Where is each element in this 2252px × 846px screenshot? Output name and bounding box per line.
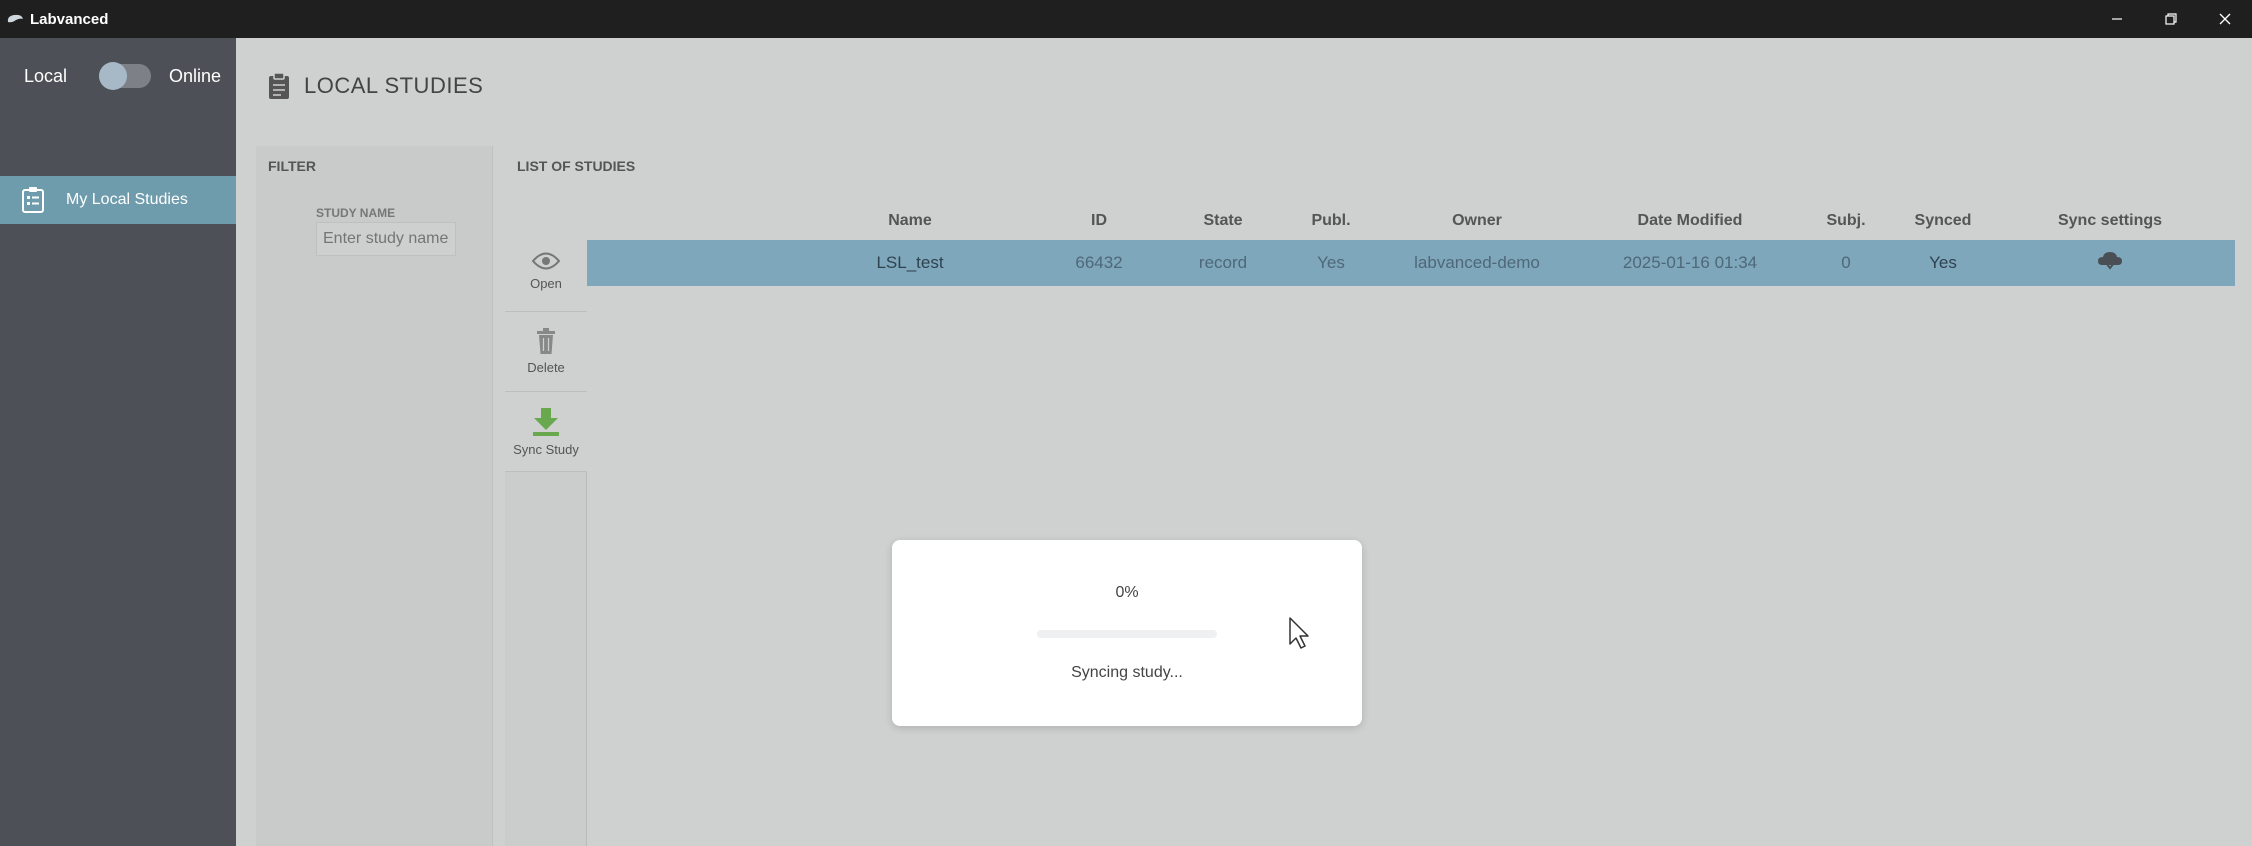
- clipboard-list-icon: [22, 187, 44, 213]
- restore-icon: [2165, 13, 2177, 25]
- sync-study-label: Sync Study: [513, 442, 579, 457]
- open-label: Open: [530, 276, 562, 291]
- mode-local-label: Local: [24, 65, 68, 86]
- restore-button[interactable]: [2144, 0, 2198, 38]
- column-header-name[interactable]: Name: [888, 212, 932, 230]
- minimize-icon: [2112, 18, 2122, 20]
- column-header-sync-settings[interactable]: Sync settings: [2058, 212, 2162, 230]
- column-header-state[interactable]: State: [1203, 212, 1242, 230]
- sidebar-item-my-local-studies[interactable]: My Local Studies: [0, 176, 236, 224]
- column-header-synced[interactable]: Synced: [1915, 212, 1972, 230]
- column-header-id[interactable]: ID: [1091, 212, 1107, 230]
- close-icon: [2219, 13, 2231, 25]
- cell-id: 66432: [1075, 253, 1123, 272]
- mode-online-label: Online: [169, 65, 222, 86]
- eye-icon: [532, 252, 560, 270]
- progress-percent: 0%: [1115, 584, 1139, 601]
- table-header: Name ID State Publ. Owner Date Modified …: [587, 206, 2241, 236]
- filter-heading: FILTER: [268, 158, 316, 174]
- page-title: LOCAL STUDIES: [304, 73, 484, 98]
- open-button[interactable]: Open: [505, 232, 587, 312]
- minimize-button[interactable]: [2090, 0, 2144, 38]
- app-logo-icon: [7, 14, 23, 23]
- cell-owner: labvanced-demo: [1414, 253, 1540, 272]
- cell-subj: 0: [1841, 253, 1851, 272]
- column-header-subj[interactable]: Subj.: [1826, 212, 1865, 230]
- sidebar-item-label: My Local Studies: [66, 191, 188, 208]
- sync-settings-button[interactable]: [2097, 251, 2123, 276]
- download-arrow-icon: [533, 408, 559, 436]
- filter-panel: FILTER STUDY NAME: [256, 146, 492, 846]
- table-row[interactable]: LSL_test 66432 record Yes labvanced-demo…: [587, 240, 2235, 286]
- cell-date-modified: 2025-01-16 01:34: [1622, 253, 1758, 272]
- mode-switch-row: Local Online: [24, 62, 222, 90]
- cell-name: LSL_test: [876, 253, 944, 272]
- cloud-sync-icon: [2098, 252, 2122, 270]
- trash-icon: [537, 328, 555, 354]
- cell-publ: Yes: [1317, 253, 1345, 272]
- column-header-owner[interactable]: Owner: [1452, 212, 1502, 230]
- cell-synced: Yes: [1929, 253, 1957, 272]
- toggle-knob: [99, 62, 128, 90]
- clipboard-icon: [269, 72, 289, 99]
- progress-bar: [1037, 630, 1217, 638]
- sync-study-button[interactable]: Sync Study: [505, 392, 587, 472]
- local-online-toggle[interactable]: [99, 62, 152, 90]
- cell-state: record: [1198, 253, 1248, 272]
- column-header-publ[interactable]: Publ.: [1311, 212, 1350, 230]
- sync-status-text: Syncing study...: [1071, 664, 1183, 681]
- window-title: Labvanced: [30, 10, 109, 28]
- page-header: LOCAL STUDIES: [268, 72, 483, 100]
- studies-heading: LIST OF STUDIES: [517, 158, 636, 174]
- study-name-label: STUDY NAME: [316, 206, 396, 220]
- study-name-input[interactable]: [316, 222, 456, 256]
- delete-label: Delete: [527, 360, 565, 375]
- sidebar: Local Online My Local Studies: [0, 38, 236, 846]
- mouse-cursor-icon: [1289, 617, 1309, 649]
- close-button[interactable]: [2198, 0, 2252, 38]
- study-actions: Open Delete Sync Study: [505, 232, 587, 846]
- window-controls: [2090, 0, 2252, 38]
- delete-button[interactable]: Delete: [505, 312, 587, 392]
- studies-panel: LIST OF STUDIES Open Delete Sync Study N…: [492, 146, 2252, 846]
- title-bar: Labvanced: [0, 0, 2252, 38]
- column-header-date-modified[interactable]: Date Modified: [1638, 212, 1743, 230]
